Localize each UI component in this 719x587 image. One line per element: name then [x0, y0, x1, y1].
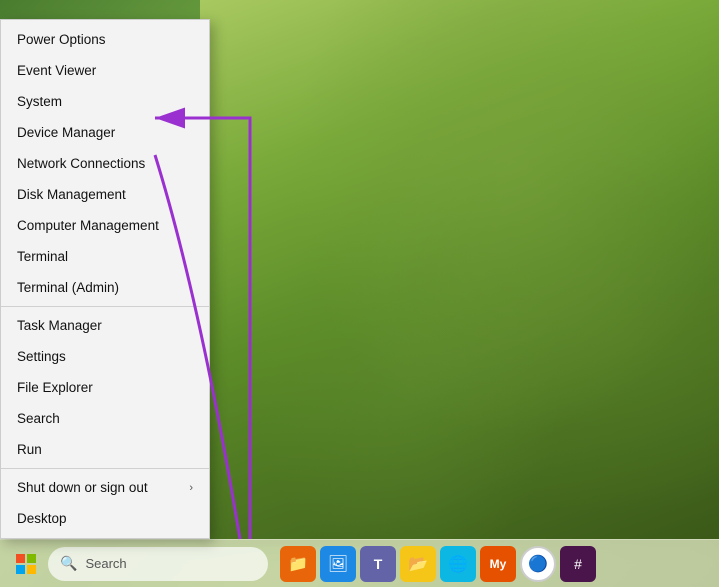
menu-item-network-connections[interactable]: Network Connections: [1, 148, 209, 179]
menu-item-label-search: Search: [17, 411, 60, 426]
mysql-icon: My: [490, 557, 507, 571]
menu-item-device-manager[interactable]: Device Manager: [1, 117, 209, 148]
menu-item-run[interactable]: Run: [1, 434, 209, 465]
menu-item-disk-management[interactable]: Disk Management: [1, 179, 209, 210]
taskbar-search-bar[interactable]: 🔍 Search: [48, 547, 268, 581]
menu-item-label-run: Run: [17, 442, 42, 457]
menu-item-arrow-shut-down-sign-out: ›: [189, 482, 193, 494]
photos-icon: 🖼: [328, 554, 348, 574]
taskbar-app-chrome[interactable]: 🔵: [520, 546, 556, 582]
menu-item-terminal-admin[interactable]: Terminal (Admin): [1, 272, 209, 303]
menu-item-search[interactable]: Search: [1, 403, 209, 434]
menu-item-label-network-connections: Network Connections: [17, 156, 145, 171]
menu-item-settings[interactable]: Settings: [1, 341, 209, 372]
menu-item-label-shut-down-sign-out: Shut down or sign out: [17, 480, 148, 495]
context-menu: Power Options Event Viewer System Device Ma…: [0, 19, 210, 539]
menu-item-terminal[interactable]: Terminal: [1, 241, 209, 272]
teams-icon: T: [374, 556, 383, 572]
menu-item-power-options[interactable]: Power Options: [1, 24, 209, 55]
menu-item-label-computer-management: Computer Management: [17, 218, 159, 233]
file-manager-icon: 📁: [288, 554, 308, 574]
slack-icon: #: [574, 556, 582, 572]
menu-item-label-event-viewer: Event Viewer: [17, 63, 96, 78]
menu-separator-after-terminal-admin: [1, 306, 209, 307]
menu-separator-after-run: [1, 468, 209, 469]
menu-item-shut-down-sign-out[interactable]: Shut down or sign out ›: [1, 472, 209, 503]
taskbar-app-teams[interactable]: T: [360, 546, 396, 582]
windows-logo-icon: [14, 552, 38, 576]
taskbar-app-file-manager[interactable]: 📁: [280, 546, 316, 582]
menu-item-file-explorer[interactable]: File Explorer: [1, 372, 209, 403]
menu-item-label-file-explorer: File Explorer: [17, 380, 93, 395]
search-icon: 🔍: [60, 555, 77, 572]
taskbar-app-edge[interactable]: 🌐: [440, 546, 476, 582]
menu-item-label-terminal-admin: Terminal (Admin): [17, 280, 119, 295]
menu-item-label-desktop: Desktop: [17, 511, 67, 526]
menu-item-label-task-manager: Task Manager: [17, 318, 102, 333]
edge-icon: 🌐: [448, 554, 468, 574]
menu-item-label-device-manager: Device Manager: [17, 125, 115, 140]
taskbar-app-photos[interactable]: 🖼: [320, 546, 356, 582]
taskbar-app-mysql[interactable]: My: [480, 546, 516, 582]
chrome-icon: 🔵: [528, 554, 548, 574]
taskbar-app-folder[interactable]: 📂: [400, 546, 436, 582]
menu-item-system[interactable]: System: [1, 86, 209, 117]
menu-item-label-disk-management: Disk Management: [17, 187, 126, 202]
menu-item-computer-management[interactable]: Computer Management: [1, 210, 209, 241]
taskbar-app-slack[interactable]: #: [560, 546, 596, 582]
taskbar-search-label: Search: [85, 556, 126, 571]
menu-item-label-terminal: Terminal: [17, 249, 68, 264]
menu-item-label-system: System: [17, 94, 62, 109]
menu-item-label-settings: Settings: [17, 349, 66, 364]
folder-icon: 📂: [408, 554, 428, 574]
taskbar-app-icons: 📁 🖼 T 📂 🌐 My 🔵 #: [280, 546, 596, 582]
menu-item-desktop[interactable]: Desktop: [1, 503, 209, 534]
menu-item-task-manager[interactable]: Task Manager: [1, 310, 209, 341]
taskbar: 🔍 Search 📁 🖼 T 📂 🌐 My 🔵: [0, 539, 719, 587]
menu-item-label-power-options: Power Options: [17, 32, 106, 47]
start-button[interactable]: [8, 546, 44, 582]
menu-item-event-viewer[interactable]: Event Viewer: [1, 55, 209, 86]
